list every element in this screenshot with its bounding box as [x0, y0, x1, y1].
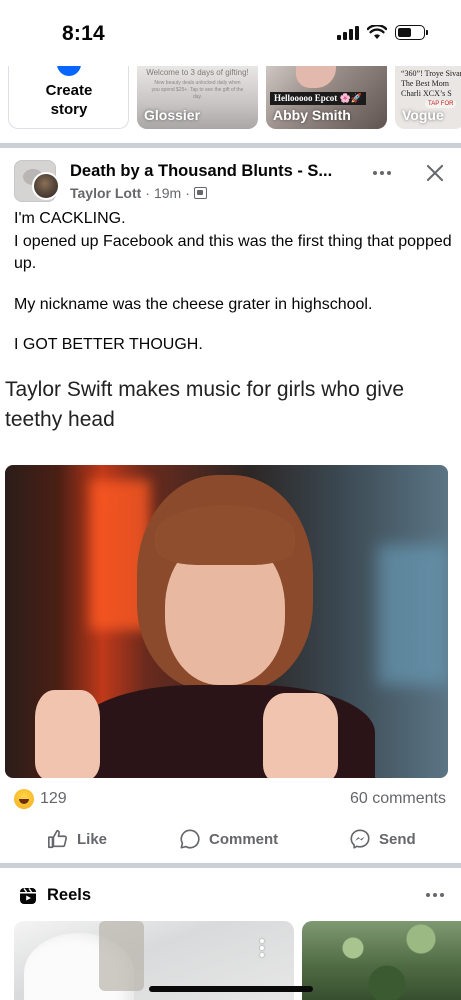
reels-header: Reels	[0, 877, 461, 913]
photo-background-right	[378, 545, 448, 685]
photo-right-hand	[263, 693, 338, 778]
photo-left-hand	[35, 690, 100, 778]
story-card-abby-smith[interactable]: Hellooooo Epcot 🌸🚀 Abby Smith	[266, 66, 387, 129]
wifi-icon	[367, 25, 387, 39]
meme-photo[interactable]	[5, 465, 448, 778]
reel-thumbnail[interactable]	[302, 921, 461, 1000]
battery-fill	[398, 28, 412, 37]
comments-count[interactable]: 60 comments	[350, 790, 446, 808]
post-body-line: I'm CACKLING.	[14, 210, 126, 227]
post-body-spacer	[14, 276, 454, 294]
photo-bangs	[155, 505, 295, 565]
post-more-options-icon[interactable]	[373, 171, 391, 175]
create-story-card[interactable]: Create story	[8, 66, 129, 129]
battery-icon	[395, 25, 428, 40]
reactions-bar: 129 60 comments	[0, 787, 461, 813]
reaction-count[interactable]: 129	[40, 790, 67, 808]
reel-more-options-icon[interactable]	[260, 939, 264, 957]
meta-separator-dot: ·	[185, 185, 190, 201]
reels-icon	[20, 888, 36, 904]
comment-button[interactable]: Comment	[179, 828, 278, 850]
cellular-signal-icon	[337, 25, 359, 40]
like-label: Like	[77, 830, 108, 848]
story-promo-text: Welcome to 3 days of gifting!	[146, 68, 249, 77]
like-button[interactable]: Like	[47, 828, 107, 850]
meme-caption: Taylor Swift makes music for girls who g…	[5, 378, 405, 431]
comment-label: Comment	[209, 830, 279, 848]
story-promo-small-text: New beauty deals unlocked daily when you…	[151, 80, 244, 100]
post-body-line: I GOT BETTER THOUGH.	[14, 336, 203, 353]
post-actions: Like Comment Send	[0, 822, 461, 858]
post-meta: Taylor Lott · 19m ·	[70, 185, 207, 201]
post-author[interactable]: Taylor Lott	[70, 185, 141, 201]
author-avatar[interactable]	[32, 172, 60, 200]
meta-separator-dot: ·	[145, 185, 150, 201]
group-privacy-icon	[193, 187, 207, 199]
messenger-icon	[350, 829, 370, 849]
story-card-vogue[interactable]: “360”! Troye Sivan The Best Mom Charli X…	[395, 66, 461, 129]
thumbs-up-icon	[48, 829, 68, 849]
story-name: Abby Smith	[273, 107, 351, 123]
reels-title: Reels	[47, 886, 92, 904]
send-label: Send	[379, 830, 416, 848]
story-headline-text: “360”! Troye Sivan The Best Mom Charli X…	[401, 69, 461, 98]
story-name: Glossier	[144, 107, 201, 123]
reel-thumb-foliage	[302, 921, 461, 1000]
add-story-icon	[57, 66, 81, 76]
story-name: Vogue	[402, 107, 444, 123]
haha-reaction-icon[interactable]	[14, 789, 34, 809]
status-icons	[337, 25, 428, 40]
story-thumbnail-hand	[296, 66, 336, 88]
send-button[interactable]: Send	[349, 828, 416, 850]
reel-thumb-jar	[99, 921, 144, 991]
post-body: I'm CACKLING. I opened up Facebook and t…	[14, 208, 454, 357]
status-bar: 8:14	[0, 0, 461, 66]
home-indicator[interactable]	[149, 986, 313, 992]
stories-strip: Create story Welcome to 3 days of giftin…	[0, 66, 461, 138]
post-time[interactable]: 19m	[154, 185, 181, 201]
create-story-label: Create story	[45, 82, 93, 118]
post-body-spacer	[14, 316, 454, 334]
story-tag-text: Hellooooo Epcot 🌸🚀	[270, 92, 366, 105]
post-body-line: I opened up Facebook and this was the fi…	[14, 232, 452, 273]
post-body-line: My nickname was the cheese grater in hig…	[14, 295, 373, 313]
comment-bubble-icon	[180, 829, 200, 849]
post-header: Death by a Thousand Blunts - S... Taylor…	[0, 148, 461, 208]
status-time: 8:14	[62, 22, 105, 45]
post-image[interactable]: Taylor Swift makes music for girls who g…	[0, 365, 461, 783]
reels-more-options-icon[interactable]	[426, 893, 444, 897]
hide-post-close-icon[interactable]	[424, 162, 446, 184]
group-name[interactable]: Death by a Thousand Blunts - S...	[70, 162, 332, 181]
feed-divider	[0, 863, 461, 868]
story-card-glossier[interactable]: Welcome to 3 days of gifting! New beauty…	[137, 66, 258, 129]
